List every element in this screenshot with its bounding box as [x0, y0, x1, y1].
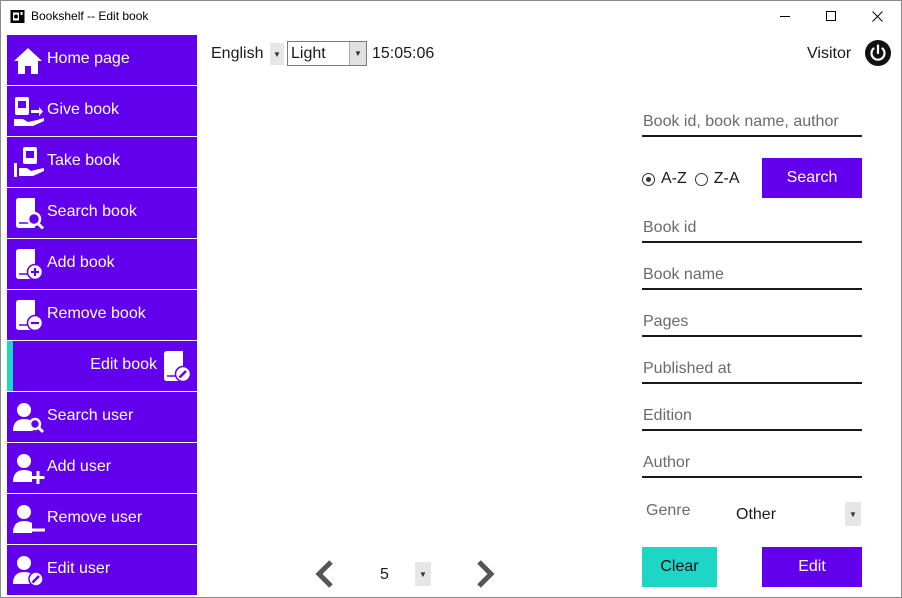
sidebar-item-add-book[interactable]: Add book [7, 239, 197, 289]
sidebar-item-label: Add user [47, 458, 112, 475]
sidebar-item-remove-user[interactable]: Remove user [7, 494, 197, 544]
clock: 15:05:06 [372, 45, 435, 62]
title-bar: Bookshelf -- Edit book [1, 1, 901, 32]
sidebar-item-label: Search book [47, 203, 137, 220]
pages-field[interactable]: Pages [642, 307, 862, 337]
sidebar-item-label: Give book [47, 101, 120, 118]
search-input[interactable]: Book id, book name, author [642, 107, 862, 137]
sidebar-item-edit-book[interactable]: Edit book [7, 341, 197, 391]
edit-user-icon [13, 556, 44, 587]
book-id-placeholder: Book id [643, 219, 697, 236]
give-book-icon [14, 97, 44, 126]
edit-book-icon [164, 351, 192, 383]
search-button[interactable]: Search [762, 158, 862, 198]
take-book-icon [14, 147, 44, 177]
sidebar-item-remove-book[interactable]: Remove book [7, 290, 197, 340]
remove-user-icon [13, 505, 45, 533]
sort-asc-label[interactable]: A-Z [661, 170, 687, 188]
page-number[interactable]: 5 [380, 566, 389, 584]
published-at-placeholder: Published at [643, 360, 732, 377]
sort-desc-label[interactable]: Z-A [714, 170, 740, 188]
theme-value: Light [291, 45, 326, 62]
active-indicator [7, 341, 13, 391]
app-logo-icon [10, 10, 25, 23]
sidebar-item-label: Remove user [47, 509, 143, 526]
chevron-down-icon: ▼ [849, 509, 857, 519]
close-icon [871, 11, 883, 22]
sort-order-group: A-Z Z-A [642, 169, 748, 189]
next-page-icon[interactable] [473, 558, 497, 590]
chevron-down-icon: ▼ [419, 569, 427, 579]
genre-dropdown-button[interactable]: ▼ [845, 502, 861, 526]
language-select[interactable]: English [211, 45, 263, 63]
sidebar-item-edit-user[interactable]: Edit user [7, 545, 197, 595]
sort-desc-radio[interactable] [694, 172, 708, 186]
power-icon[interactable] [865, 40, 891, 66]
sidebar-item-home[interactable]: Home page [7, 35, 197, 85]
close-button[interactable] [854, 1, 900, 32]
user-name: Visitor [807, 45, 852, 62]
clear-button[interactable]: Clear [642, 547, 717, 587]
sidebar-item-label: Search user [47, 407, 134, 424]
sidebar-item-label: Edit user [47, 560, 111, 577]
sidebar-item-label: Edit book [90, 356, 157, 373]
add-user-icon [13, 454, 45, 484]
genre-label: Genre [646, 502, 691, 519]
search-placeholder: Book id, book name, author [643, 113, 839, 130]
sidebar-item-give-book[interactable]: Give book [7, 86, 197, 136]
sidebar-item-add-user[interactable]: Add user [7, 443, 197, 493]
search-book-icon [16, 198, 45, 230]
app-window: Bookshelf -- Edit book Home page Give bo… [0, 0, 902, 598]
published-at-field[interactable]: Published at [642, 354, 862, 384]
sidebar-item-label: Remove book [47, 305, 146, 322]
minimize-button[interactable] [762, 1, 808, 32]
previous-page-icon[interactable] [313, 558, 337, 590]
sidebar-item-search-user[interactable]: Search user [7, 392, 197, 442]
book-id-field[interactable]: Book id [642, 213, 862, 243]
theme-select[interactable]: Light ▼ [287, 41, 367, 66]
genre-select[interactable]: Other [736, 506, 776, 524]
window-title: Bookshelf -- Edit book [31, 9, 149, 23]
sidebar: Home page Give book Take book Search boo… [7, 35, 197, 596]
sidebar-item-label: Home page [47, 50, 130, 67]
remove-book-icon [16, 300, 44, 332]
search-user-icon [13, 403, 45, 434]
book-name-placeholder: Book name [643, 266, 724, 283]
maximize-icon [825, 11, 836, 21]
theme-dropdown-button[interactable]: ▼ [349, 42, 366, 65]
chevron-down-icon: ▼ [354, 49, 362, 58]
language-dropdown-button[interactable]: ▼ [270, 43, 284, 65]
home-icon [14, 48, 42, 74]
maximize-button[interactable] [808, 1, 854, 32]
edition-placeholder: Edition [643, 407, 692, 424]
pages-placeholder: Pages [643, 313, 689, 330]
sidebar-item-label: Take book [47, 152, 120, 169]
author-field[interactable]: Author [642, 448, 862, 478]
sidebar-item-take-book[interactable]: Take book [7, 137, 197, 187]
minimize-icon [779, 16, 790, 17]
edition-field[interactable]: Edition [642, 401, 862, 431]
book-name-field[interactable]: Book name [642, 260, 862, 290]
sidebar-item-label: Add book [47, 254, 115, 271]
page-dropdown-button[interactable]: ▼ [415, 562, 431, 586]
sort-asc-radio[interactable] [642, 172, 655, 186]
chevron-down-icon: ▼ [273, 49, 281, 59]
add-book-icon [16, 249, 44, 281]
author-placeholder: Author [643, 454, 691, 471]
sidebar-item-search-book[interactable]: Search book [7, 188, 197, 238]
edit-button[interactable]: Edit [762, 547, 862, 587]
